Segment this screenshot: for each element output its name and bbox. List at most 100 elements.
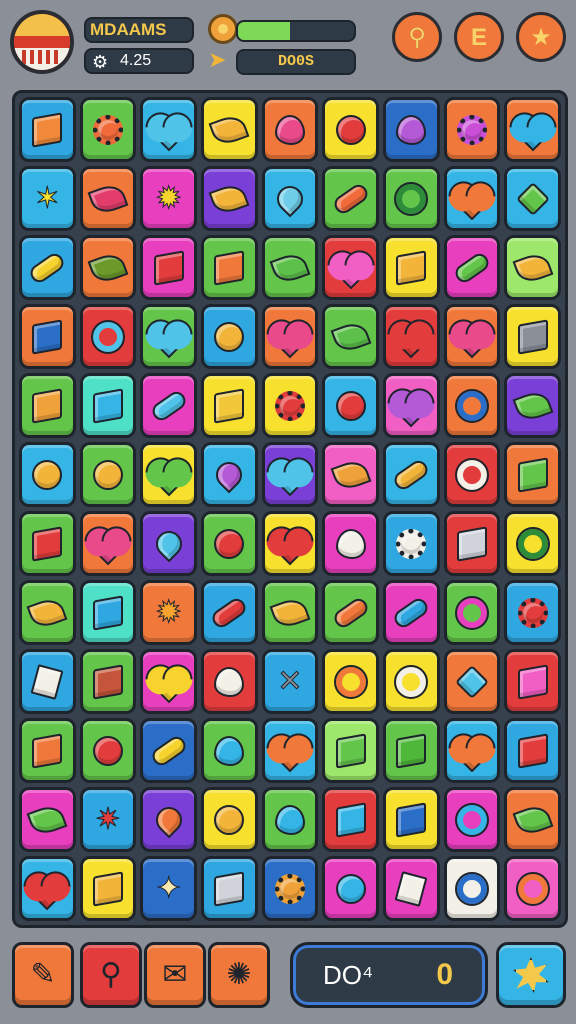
- tile-grapes[interactable]: [383, 97, 440, 162]
- tile-turtle[interactable]: [261, 787, 319, 852]
- tile-lollipop[interactable]: [201, 304, 258, 369]
- tile-crab[interactable]: ✷: [79, 787, 137, 852]
- star-button[interactable]: ★: [516, 12, 566, 62]
- tile-cone[interactable]: [504, 166, 561, 231]
- tile-figure[interactable]: ✶: [19, 166, 76, 231]
- tile-heart[interactable]: [383, 304, 440, 369]
- tile-book-stack[interactable]: [19, 718, 76, 783]
- tile-cube[interactable]: [79, 373, 137, 438]
- tile-heart[interactable]: [443, 166, 501, 231]
- tile-heart[interactable]: [322, 235, 379, 300]
- tile-heart[interactable]: [383, 373, 440, 438]
- tile-flower[interactable]: [504, 580, 561, 645]
- tile-crate[interactable]: [79, 856, 137, 921]
- tile-pencil[interactable]: [140, 718, 197, 783]
- e-button[interactable]: E: [454, 12, 504, 62]
- power-button[interactable]: [496, 942, 566, 1008]
- tile-leaf[interactable]: [322, 304, 379, 369]
- tile-heart[interactable]: [504, 97, 561, 162]
- tile-heart[interactable]: [261, 718, 319, 783]
- tile-eggplant[interactable]: [201, 442, 258, 507]
- tile-crate[interactable]: [19, 97, 76, 162]
- tile-leaf[interactable]: [261, 235, 319, 300]
- tile-gear[interactable]: [79, 97, 137, 162]
- tile-robot[interactable]: [504, 649, 561, 714]
- tile-paper[interactable]: [19, 649, 76, 714]
- tile-book-stack[interactable]: [19, 511, 76, 576]
- tile-wheel[interactable]: [383, 166, 440, 231]
- tile-drop[interactable]: [261, 166, 319, 231]
- tile-jar[interactable]: [201, 235, 258, 300]
- tile-heart[interactable]: [140, 304, 197, 369]
- tile-target[interactable]: [443, 787, 501, 852]
- tile-lemon[interactable]: [201, 97, 258, 162]
- tile-chili[interactable]: [79, 166, 137, 231]
- tile-cookie[interactable]: [261, 856, 319, 921]
- tile-heart[interactable]: [443, 304, 501, 369]
- tile-lemon[interactable]: [201, 787, 258, 852]
- tile-heart[interactable]: [140, 442, 197, 507]
- tile-cake[interactable]: [504, 442, 561, 507]
- tile-fish[interactable]: [140, 511, 197, 576]
- tile-lasso[interactable]: [443, 580, 501, 645]
- tile-ring[interactable]: [443, 373, 501, 438]
- search-tool[interactable]: ⚲: [80, 942, 142, 1008]
- tile-book-stack[interactable]: [79, 649, 137, 714]
- tile-carrot[interactable]: [201, 166, 258, 231]
- tile-gear[interactable]: [383, 511, 440, 576]
- tile-gear[interactable]: [443, 97, 501, 162]
- tile-lollipop[interactable]: [79, 442, 137, 507]
- tile-book-stack[interactable]: [201, 373, 258, 438]
- tile-berries[interactable]: [201, 718, 258, 783]
- tile-safe[interactable]: [443, 511, 501, 576]
- tile-target[interactable]: [504, 511, 561, 576]
- tile-heart[interactable]: [19, 856, 76, 921]
- tile-mace[interactable]: [79, 718, 137, 783]
- tile-heart[interactable]: [261, 511, 319, 576]
- tile-heart[interactable]: [261, 304, 319, 369]
- tile-book-stack[interactable]: [19, 304, 76, 369]
- tile-apple[interactable]: [201, 511, 258, 576]
- player-avatar[interactable]: [10, 10, 74, 74]
- tile-crate[interactable]: [383, 235, 440, 300]
- tile-sun[interactable]: ✹: [140, 580, 197, 645]
- tile-crate[interactable]: [19, 373, 76, 438]
- tile-carrot[interactable]: [201, 580, 258, 645]
- tile-leaf[interactable]: [504, 787, 561, 852]
- tile-envelope[interactable]: [79, 580, 137, 645]
- tile-flower[interactable]: [261, 373, 319, 438]
- tile-cross-tools[interactable]: ✕: [261, 649, 319, 714]
- pin-button[interactable]: ⚲: [392, 12, 442, 62]
- tile-magnifier[interactable]: [79, 304, 137, 369]
- tile-target[interactable]: [443, 856, 501, 921]
- tile-cone[interactable]: [383, 442, 440, 507]
- tile-magnifier[interactable]: [383, 649, 440, 714]
- tile-sun[interactable]: ✹: [140, 166, 197, 231]
- tile-phone[interactable]: [201, 856, 258, 921]
- tile-carrot[interactable]: [140, 787, 197, 852]
- tile-cube[interactable]: [383, 718, 440, 783]
- tile-cube[interactable]: [322, 787, 379, 852]
- tile-button[interactable]: [322, 373, 379, 438]
- tile-cube[interactable]: [322, 718, 379, 783]
- tile-starfish[interactable]: ✦: [140, 856, 197, 921]
- tile-heart[interactable]: [443, 718, 501, 783]
- tile-strawberry[interactable]: [261, 97, 319, 162]
- tile-balloon[interactable]: [322, 856, 379, 921]
- tile-lemon[interactable]: [261, 580, 319, 645]
- tile-capsule[interactable]: [383, 580, 440, 645]
- tile-melon[interactable]: [322, 442, 379, 507]
- tile-heart[interactable]: [140, 97, 197, 162]
- tile-eraser[interactable]: [383, 856, 440, 921]
- tile-leaf[interactable]: [79, 235, 137, 300]
- tile-mace[interactable]: [322, 580, 379, 645]
- tile-ring[interactable]: [322, 649, 379, 714]
- tile-gem[interactable]: [443, 649, 501, 714]
- tile-magnifier[interactable]: [443, 442, 501, 507]
- tile-pickle[interactable]: [443, 235, 501, 300]
- tile-balloon[interactable]: [322, 97, 379, 162]
- tile-lemon[interactable]: [504, 235, 561, 300]
- tile-lemon[interactable]: [19, 580, 76, 645]
- tile-ring[interactable]: [504, 856, 561, 921]
- tile-lemon[interactable]: [19, 442, 76, 507]
